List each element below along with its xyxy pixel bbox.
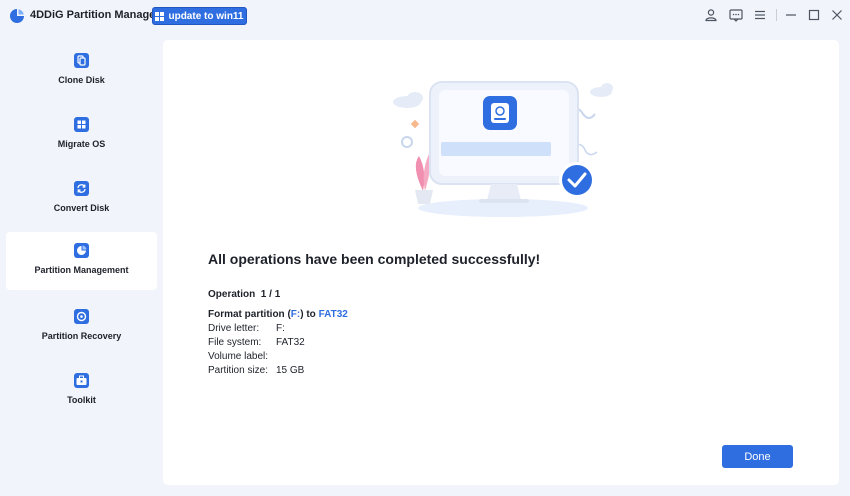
- op-prefix: Format partition (: [208, 309, 291, 320]
- sidebar-item-toolkit[interactable]: Toolkit: [6, 362, 157, 420]
- detail-key: Partition size:: [208, 365, 269, 376]
- maximize-icon[interactable]: [807, 8, 821, 22]
- feedback-icon[interactable]: [729, 8, 743, 22]
- completion-message: All operations have been completed succe…: [208, 251, 541, 267]
- detail-value: FAT32: [276, 337, 305, 348]
- sidebar-item-migrate-os[interactable]: Migrate OS: [6, 106, 157, 164]
- success-illustration: [393, 81, 613, 217]
- sidebar-item-label: Migrate OS: [57, 139, 106, 149]
- operation-description: Format partition (F:) to FAT32: [208, 309, 348, 320]
- sidebar: Clone Disk Migrate OS Convert Disk Parti…: [0, 32, 163, 496]
- user-icon[interactable]: [704, 8, 718, 22]
- title-bar: 4DDiG Partition Manager update to win11: [0, 0, 850, 32]
- convert-disk-icon: [74, 181, 89, 196]
- clone-disk-icon: [74, 53, 89, 68]
- detail-row-volume-label: Volume label:: [208, 351, 276, 362]
- done-button[interactable]: Done: [722, 445, 793, 468]
- detail-key: Drive letter:: [208, 323, 260, 334]
- detail-row-partition-size: Partition size: 15 GB: [208, 365, 304, 376]
- sidebar-item-convert-disk[interactable]: Convert Disk: [6, 170, 157, 228]
- op-drive: F:: [290, 309, 301, 320]
- menu-icon[interactable]: [753, 8, 767, 22]
- operation-label: Operation: [208, 289, 256, 300]
- partition-management-icon: [74, 243, 89, 258]
- operation-count: 1 / 1: [260, 289, 281, 300]
- sidebar-item-label: Clone Disk: [58, 75, 105, 85]
- partition-recovery-icon: [74, 309, 89, 324]
- update-to-win11-button[interactable]: update to win11: [152, 7, 247, 25]
- op-middle: ) to: [300, 309, 319, 320]
- sidebar-item-label: Partition Management: [34, 265, 129, 275]
- op-filesystem: FAT32: [318, 309, 348, 320]
- windows-icon: [155, 11, 165, 21]
- disk-icon: [483, 96, 517, 130]
- sidebar-item-partition-management[interactable]: Partition Management: [6, 232, 157, 290]
- sidebar-item-label: Convert Disk: [53, 203, 110, 213]
- detail-key: Volume label:: [208, 351, 269, 362]
- detail-key: File system:: [208, 337, 262, 348]
- sidebar-item-label: Partition Recovery: [41, 331, 122, 341]
- check-circle-icon: [559, 162, 595, 198]
- cloud-icon: [393, 92, 423, 108]
- app-logo-icon: [10, 9, 24, 23]
- close-icon[interactable]: [830, 8, 844, 22]
- detail-value: F:: [276, 323, 285, 334]
- minimize-icon[interactable]: [784, 8, 798, 22]
- detail-row-file-system: File system: FAT32: [208, 337, 305, 348]
- app-title: 4DDiG Partition Manager: [30, 9, 160, 21]
- migrate-os-icon: [74, 117, 89, 132]
- sidebar-item-label: Toolkit: [67, 395, 96, 405]
- detail-value: 15 GB: [276, 365, 305, 376]
- toolkit-icon: [74, 373, 89, 388]
- sidebar-item-clone-disk[interactable]: Clone Disk: [6, 42, 157, 100]
- cloud-icon: [590, 83, 613, 97]
- titlebar-divider: [776, 9, 777, 21]
- detail-row-drive-letter: Drive letter: F:: [208, 323, 285, 334]
- sidebar-item-partition-recovery[interactable]: Partition Recovery: [6, 298, 157, 356]
- update-button-label: update to win11: [168, 10, 244, 22]
- operation-counter: Operation 1 / 1: [208, 289, 280, 300]
- main-panel: All operations have been completed succe…: [163, 40, 839, 485]
